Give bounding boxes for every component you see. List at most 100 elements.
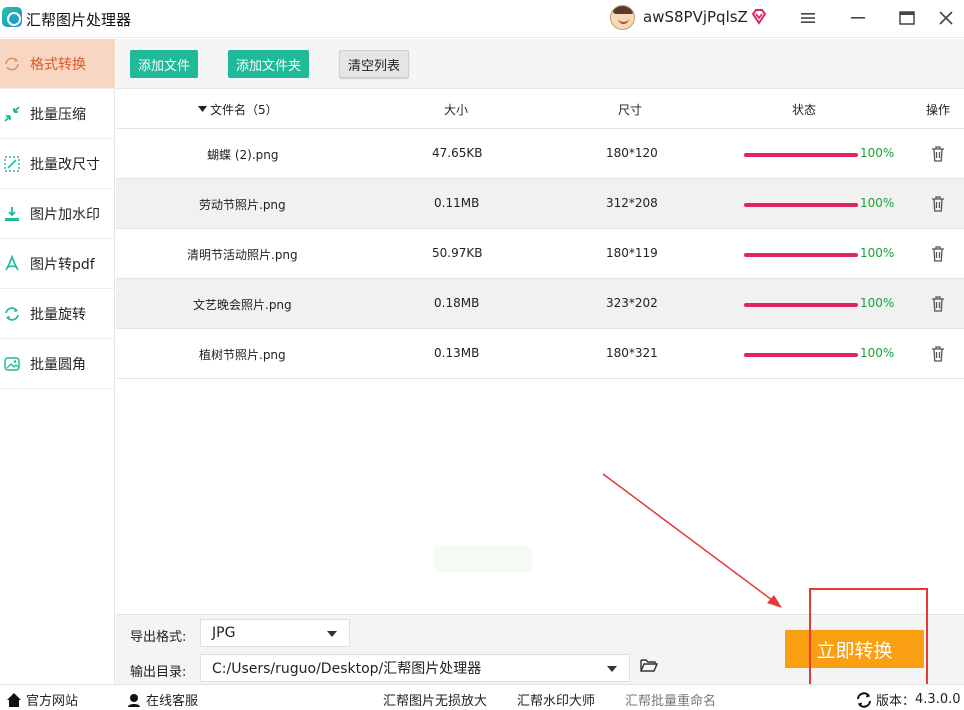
add-folder-button[interactable]: 添加文件夹 <box>228 50 310 78</box>
column-header-name[interactable]: 文件名（5） <box>210 101 278 118</box>
footer-link-rename[interactable]: 汇帮批量重命名 <box>625 690 716 709</box>
sidebar-item-label: 批量旋转 <box>30 306 86 323</box>
sidebar-item-label: 格式转换 <box>30 56 86 73</box>
website-label: 官方网站 <box>26 694 79 709</box>
sidebar-item-label: 图片加水印 <box>30 206 100 223</box>
add-file-button[interactable]: 添加文件 <box>130 50 199 78</box>
file-size: 0.13MB <box>434 346 480 360</box>
toolbar: 添加文件 添加文件夹 清空列表 <box>116 39 964 89</box>
sidebar-item-rounded-corner[interactable]: 批量圆角 <box>0 339 115 389</box>
chevron-down-icon <box>607 666 617 672</box>
progress-bar <box>744 203 858 207</box>
file-dimension: 312*208 <box>606 196 658 210</box>
maximize-icon[interactable] <box>895 6 919 30</box>
table-row[interactable]: 文艺晚会照片.png 0.18MB 323*202 100% <box>116 279 964 329</box>
progress-percent: 100% <box>860 296 895 310</box>
sidebar-item-compress[interactable]: 批量压缩 <box>0 89 115 139</box>
trash-icon[interactable] <box>931 196 945 212</box>
compress-icon <box>2 104 22 124</box>
chevron-down-icon <box>327 631 337 637</box>
footer: 官方网站 在线客服 汇帮图片无损放大 汇帮水印大师 汇帮批量重命名 版本： 4.… <box>0 684 964 710</box>
support-label: 在线客服 <box>146 694 199 709</box>
app-title: 汇帮图片处理器 <box>26 11 132 29</box>
sidebar-item-resize[interactable]: 批量改尺寸 <box>0 139 115 189</box>
file-size: 47.65KB <box>432 146 483 160</box>
customer-service-icon <box>128 693 140 707</box>
progress-percent: 100% <box>860 246 895 260</box>
output-dir-value: C:/Users/ruguo/Desktop/汇帮图片处理器 <box>212 661 482 677</box>
output-dir-label: 输出目录: <box>130 665 187 680</box>
clear-list-button[interactable]: 清空列表 <box>339 50 410 78</box>
vip-diamond-icon[interactable] <box>750 8 768 26</box>
progress-percent: 100% <box>860 346 895 360</box>
progress-percent: 100% <box>860 146 895 160</box>
resize-icon <box>2 154 22 174</box>
progress-percent: 100% <box>860 196 895 210</box>
minimize-icon[interactable] <box>846 6 870 30</box>
sidebar-item-watermark[interactable]: 图片加水印 <box>0 189 115 239</box>
file-list-empty-area <box>116 379 964 614</box>
footer-link-watermark[interactable]: 汇帮水印大师 <box>517 690 595 709</box>
format-value: JPG <box>212 625 236 641</box>
sidebar-item-pdf[interactable]: 图片转pdf <box>0 239 115 289</box>
file-name: 植树节照片.png <box>199 348 286 362</box>
pdf-icon <box>2 254 22 274</box>
sort-down-icon[interactable] <box>198 106 207 112</box>
sidebar-item-label: 批量改尺寸 <box>30 156 100 173</box>
trash-icon[interactable] <box>931 296 945 312</box>
sidebar-item-label: 图片转pdf <box>30 256 95 273</box>
column-header-size: 大小 <box>444 103 469 117</box>
sidebar-item-label: 批量圆角 <box>30 356 86 373</box>
file-size: 0.18MB <box>434 296 480 310</box>
user-avatar[interactable] <box>610 5 635 30</box>
format-convert-icon <box>2 54 22 74</box>
version-label: 版本： <box>876 694 916 709</box>
file-name: 清明节活动照片.png <box>187 248 298 262</box>
progress-bar <box>744 353 858 357</box>
table-row[interactable]: 劳动节照片.png 0.11MB 312*208 100% <box>116 179 964 229</box>
column-header-status: 状态 <box>792 103 817 117</box>
rotate-icon <box>2 304 22 324</box>
progress-bar <box>744 153 858 157</box>
sidebar: 格式转换 批量压缩 批量改尺寸 图片加水印 图片转pdf 批量旋转 批量圆角 <box>0 39 115 684</box>
column-header-action: 操作 <box>926 103 951 117</box>
username[interactable]: awS8PVjPqlsZ <box>643 8 748 26</box>
version-info[interactable]: 版本： 4.3.0.0 <box>856 690 961 709</box>
file-dimension: 180*119 <box>606 246 658 260</box>
version-value: 4.3.0.0 <box>915 692 961 707</box>
progress-bar <box>744 253 858 257</box>
column-header-dimension: 尺寸 <box>618 103 643 117</box>
faint-placeholder <box>434 546 532 572</box>
file-size: 50.97KB <box>432 246 483 260</box>
file-name: 文艺晚会照片.png <box>193 298 292 312</box>
table-row[interactable]: 植树节照片.png 0.13MB 180*321 100% <box>116 329 964 379</box>
file-name: 劳动节照片.png <box>199 198 286 212</box>
sidebar-item-rotate[interactable]: 批量旋转 <box>0 289 115 339</box>
format-label: 导出格式: <box>130 630 187 645</box>
file-name: 蝴蝶 (2).png <box>207 148 279 162</box>
online-support-link[interactable]: 在线客服 <box>126 690 198 709</box>
watermark-icon <box>2 204 22 224</box>
trash-icon[interactable] <box>931 246 945 262</box>
sidebar-item-format-convert[interactable]: 格式转换 <box>0 39 115 89</box>
table-row[interactable]: 清明节活动照片.png 50.97KB 180*119 100% <box>116 229 964 279</box>
menu-icon[interactable] <box>796 6 820 30</box>
official-website-link[interactable]: 官方网站 <box>6 690 78 709</box>
file-dimension: 180*321 <box>606 346 658 360</box>
trash-icon[interactable] <box>931 346 945 362</box>
file-size: 0.11MB <box>434 196 480 210</box>
home-icon <box>7 692 21 707</box>
trash-icon[interactable] <box>931 146 945 162</box>
sidebar-item-label: 批量压缩 <box>30 106 86 123</box>
table-header: 文件名（5） 大小 尺寸 状态 操作 <box>116 89 964 129</box>
output-settings: 导出格式: JPG 输出目录: C:/Users/ruguo/Desktop/汇… <box>116 614 964 684</box>
table-row[interactable]: 蝴蝶 (2).png 47.65KB 180*120 100% <box>116 129 964 179</box>
output-dir-select[interactable]: C:/Users/ruguo/Desktop/汇帮图片处理器 <box>200 654 630 682</box>
format-select[interactable]: JPG <box>200 619 350 647</box>
convert-now-button[interactable]: 立即转换 <box>785 630 924 668</box>
file-dimension: 180*120 <box>606 146 658 160</box>
footer-link-upscale[interactable]: 汇帮图片无损放大 <box>383 690 487 709</box>
app-logo-icon <box>2 7 22 27</box>
close-icon[interactable] <box>934 6 958 30</box>
folder-open-icon[interactable] <box>640 658 658 673</box>
